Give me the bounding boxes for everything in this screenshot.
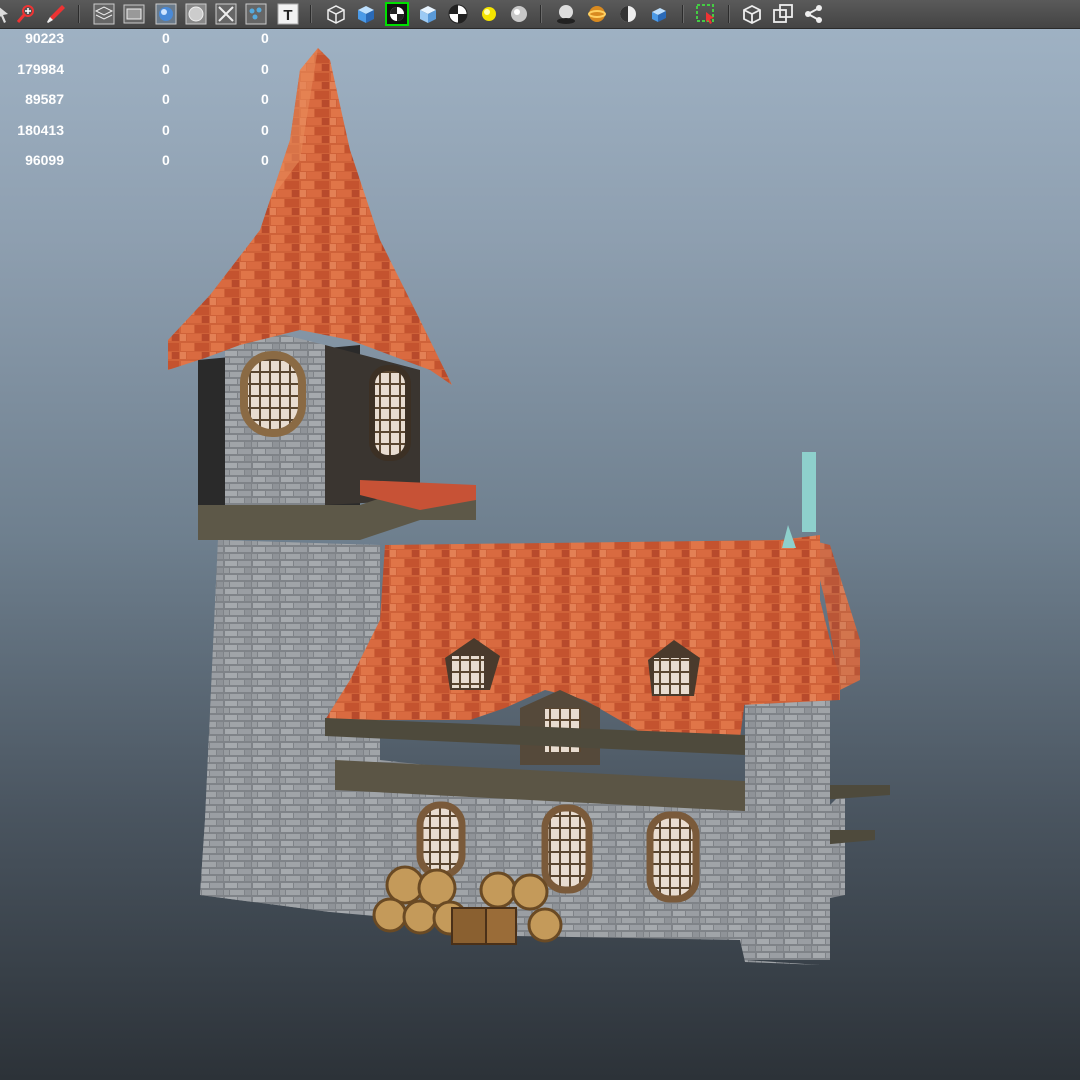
hud-value: 0 [261,122,269,138]
checker-texture-icon[interactable] [385,2,409,26]
ambient-occlusion-icon[interactable] [585,2,609,26]
viewport-toolbar: T [0,0,1080,29]
hud-value: 0 [162,152,170,168]
selection-highlight-icon[interactable] [694,2,718,26]
all-lights-icon[interactable] [507,2,531,26]
hud-row: 179984 0 0 [0,61,300,81]
hud-row: 89587 0 0 [0,91,300,111]
hud-row: 180413 0 0 [0,122,300,142]
hud-count: 89587 [25,91,64,107]
half-sphere-icon[interactable] [616,2,640,26]
hud-value: 0 [162,61,170,77]
hud-row: 90223 0 0 [0,30,300,50]
hud-count: 180413 [17,122,64,138]
hud-count: 90223 [25,30,64,46]
film-gate-icon[interactable] [122,2,146,26]
share-graph-icon[interactable] [802,2,826,26]
brush-tool-icon[interactable] [44,2,68,26]
shaded-cube-icon[interactable] [354,2,378,26]
hud-count: 96099 [25,152,64,168]
hud-value: 0 [162,122,170,138]
checker-sphere-icon[interactable] [446,2,470,26]
uv-texture-icon[interactable] [244,2,268,26]
xray-cube-icon[interactable] [646,2,670,26]
smooth-shade-icon[interactable] [154,2,178,26]
text-display-icon[interactable]: T [276,2,300,26]
hud-value: 0 [261,91,269,107]
shadows-icon[interactable] [554,2,578,26]
paint-select-icon[interactable] [14,2,38,26]
default-light-icon[interactable] [477,2,501,26]
svg-text:T: T [283,7,292,24]
hud-value: 0 [261,30,269,46]
backface-cube-icon[interactable] [771,2,795,26]
wireframe-cube-icon[interactable] [324,2,348,26]
bounding-box-icon[interactable] [740,2,764,26]
isolate-select-icon[interactable] [214,2,238,26]
hud-value: 0 [261,152,269,168]
hud-value: 0 [261,61,269,77]
wireframe-on-shaded-icon[interactable] [92,2,116,26]
hud-count: 179984 [17,61,64,77]
hud-row: 96099 0 0 [0,152,300,172]
textured-cube-icon[interactable] [416,2,440,26]
flat-shade-icon[interactable] [184,2,208,26]
hud-value: 0 [162,91,170,107]
hud-value: 0 [162,30,170,46]
